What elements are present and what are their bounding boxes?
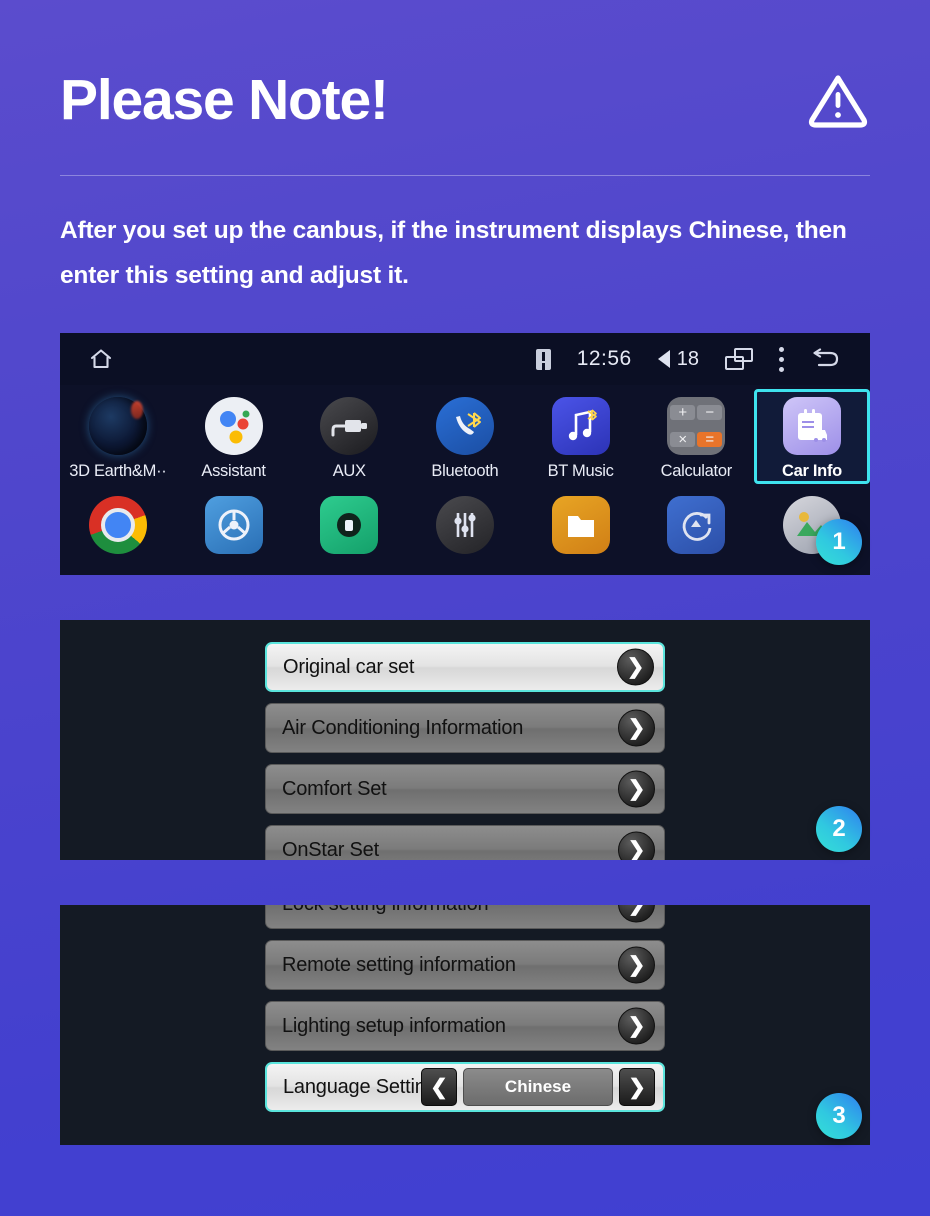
chevron-right-icon[interactable]: ❯ bbox=[617, 648, 654, 686]
app-bt-music[interactable]: BT Music bbox=[523, 389, 639, 484]
row-label: Lighting setup information bbox=[282, 1014, 506, 1037]
file-manager-icon bbox=[551, 496, 610, 554]
language-settings-screenshot: Lock setting information ❯ Remote settin… bbox=[60, 905, 870, 1145]
chevron-right-icon[interactable]: ❯ bbox=[618, 946, 655, 984]
app-3d-earth[interactable]: 3D Earth&M·· bbox=[60, 389, 176, 484]
instruction-text: After you set up the canbus, if the inst… bbox=[60, 217, 847, 289]
speaker-icon bbox=[657, 350, 670, 368]
recorder-icon bbox=[320, 496, 379, 554]
bt-music-icon bbox=[551, 397, 610, 455]
status-warning bbox=[535, 348, 551, 370]
language-value: Chinese bbox=[463, 1068, 613, 1106]
setting-row-comfort-set[interactable]: Comfort Set ❯ bbox=[265, 764, 665, 814]
chevron-right-icon[interactable]: ❯ bbox=[618, 709, 655, 747]
row-label: Lock setting information bbox=[282, 905, 489, 916]
row-label: Original car set bbox=[283, 655, 415, 678]
chevron-right-icon[interactable]: ❯ bbox=[618, 905, 655, 923]
app-steering[interactable] bbox=[176, 488, 292, 554]
bluetooth-phone-icon bbox=[435, 397, 494, 455]
warning-square-icon bbox=[535, 348, 551, 370]
recents-button[interactable] bbox=[725, 348, 753, 370]
aux-plug-icon bbox=[320, 397, 379, 455]
app-aux[interactable]: AUX bbox=[291, 389, 407, 484]
settings-list: Original car set ❯ Air Conditioning Info… bbox=[60, 620, 870, 860]
app-assistant[interactable]: Assistant bbox=[176, 389, 292, 484]
assistant-icon bbox=[204, 397, 263, 455]
status-bar: 12:56 18 bbox=[60, 333, 870, 385]
setting-row-lighting-setup[interactable]: Lighting setup information ❯ bbox=[265, 1001, 665, 1051]
app-grid: 3D Earth&M·· Assistant AUX Bluetooth BT … bbox=[60, 385, 870, 554]
step-badge-2: 2 bbox=[816, 806, 862, 852]
calculator-icon: + − × = bbox=[667, 397, 726, 455]
steering-wheel-icon bbox=[204, 496, 263, 554]
menu-button[interactable] bbox=[779, 346, 784, 372]
chevron-right-icon[interactable]: ❯ bbox=[618, 1007, 655, 1045]
app-row-2 bbox=[60, 488, 870, 554]
page-header: Please Note! bbox=[60, 48, 870, 152]
language-prev-button[interactable]: ❮ bbox=[421, 1068, 457, 1106]
recents-icon bbox=[725, 348, 753, 370]
launcher-screenshot: 12:56 18 3D Earth&M·· Assistant AUX Blue… bbox=[60, 333, 870, 575]
warning-triangle-icon bbox=[808, 75, 868, 128]
home-icon[interactable] bbox=[88, 346, 114, 372]
settings-list: Lock setting information ❯ Remote settin… bbox=[60, 905, 870, 1112]
setting-row-onstar-set[interactable]: OnStar Set ❯ bbox=[265, 825, 665, 860]
back-arrow-icon bbox=[813, 348, 839, 367]
app-row-1: 3D Earth&M·· Assistant AUX Bluetooth BT … bbox=[60, 389, 870, 484]
app-chrome[interactable] bbox=[60, 488, 176, 554]
calc-key-times: × bbox=[670, 432, 696, 447]
chrome-icon bbox=[88, 496, 147, 554]
status-clock: 12:56 bbox=[576, 347, 632, 370]
row-label: Air Conditioning Information bbox=[282, 716, 524, 739]
chevron-right-icon[interactable]: ❯ bbox=[618, 770, 655, 808]
setting-row-original-car-set[interactable]: Original car set ❯ bbox=[265, 642, 665, 692]
row-label: Comfort Set bbox=[282, 777, 387, 800]
calc-key-minus: − bbox=[697, 405, 723, 420]
car-info-icon bbox=[782, 397, 841, 455]
setting-row-language-settings[interactable]: Language Settings ❮ Chinese ❯ bbox=[265, 1062, 665, 1112]
header-divider bbox=[60, 175, 870, 176]
language-stepper: ❮ Chinese ❯ bbox=[421, 1068, 655, 1106]
earth-icon bbox=[88, 397, 147, 455]
app-sync[interactable] bbox=[638, 488, 754, 554]
setting-row-remote-setting[interactable]: Remote setting information ❯ bbox=[265, 940, 665, 990]
app-bluetooth[interactable]: Bluetooth bbox=[407, 389, 523, 484]
status-volume: 18 bbox=[657, 348, 699, 371]
sync-update-icon bbox=[667, 496, 726, 554]
car-info-settings-screenshot: Original car set ❯ Air Conditioning Info… bbox=[60, 620, 870, 860]
more-vertical-icon bbox=[779, 346, 784, 372]
row-label: OnStar Set bbox=[282, 838, 379, 861]
step-badge-1: 1 bbox=[816, 519, 862, 565]
app-equalizer[interactable] bbox=[407, 488, 523, 554]
calc-key-plus: + bbox=[670, 405, 696, 420]
app-calculator[interactable]: + − × = Calculator bbox=[638, 389, 754, 484]
chevron-right-icon[interactable]: ❯ bbox=[618, 831, 655, 860]
equalizer-icon bbox=[435, 496, 494, 554]
calc-key-equals: = bbox=[697, 432, 723, 447]
app-file-manager[interactable] bbox=[523, 488, 639, 554]
setting-row-air-conditioning[interactable]: Air Conditioning Information ❯ bbox=[265, 703, 665, 753]
row-label: Remote setting information bbox=[282, 953, 516, 976]
back-button[interactable] bbox=[810, 348, 840, 370]
app-car-info[interactable]: Car Info bbox=[754, 389, 870, 484]
language-next-button[interactable]: ❯ bbox=[619, 1068, 655, 1106]
setting-row-lock-setting[interactable]: Lock setting information ❯ bbox=[265, 905, 665, 929]
app-recorder[interactable] bbox=[291, 488, 407, 554]
step-badge-3: 3 bbox=[816, 1093, 862, 1139]
page-title: Please Note! bbox=[60, 67, 389, 132]
